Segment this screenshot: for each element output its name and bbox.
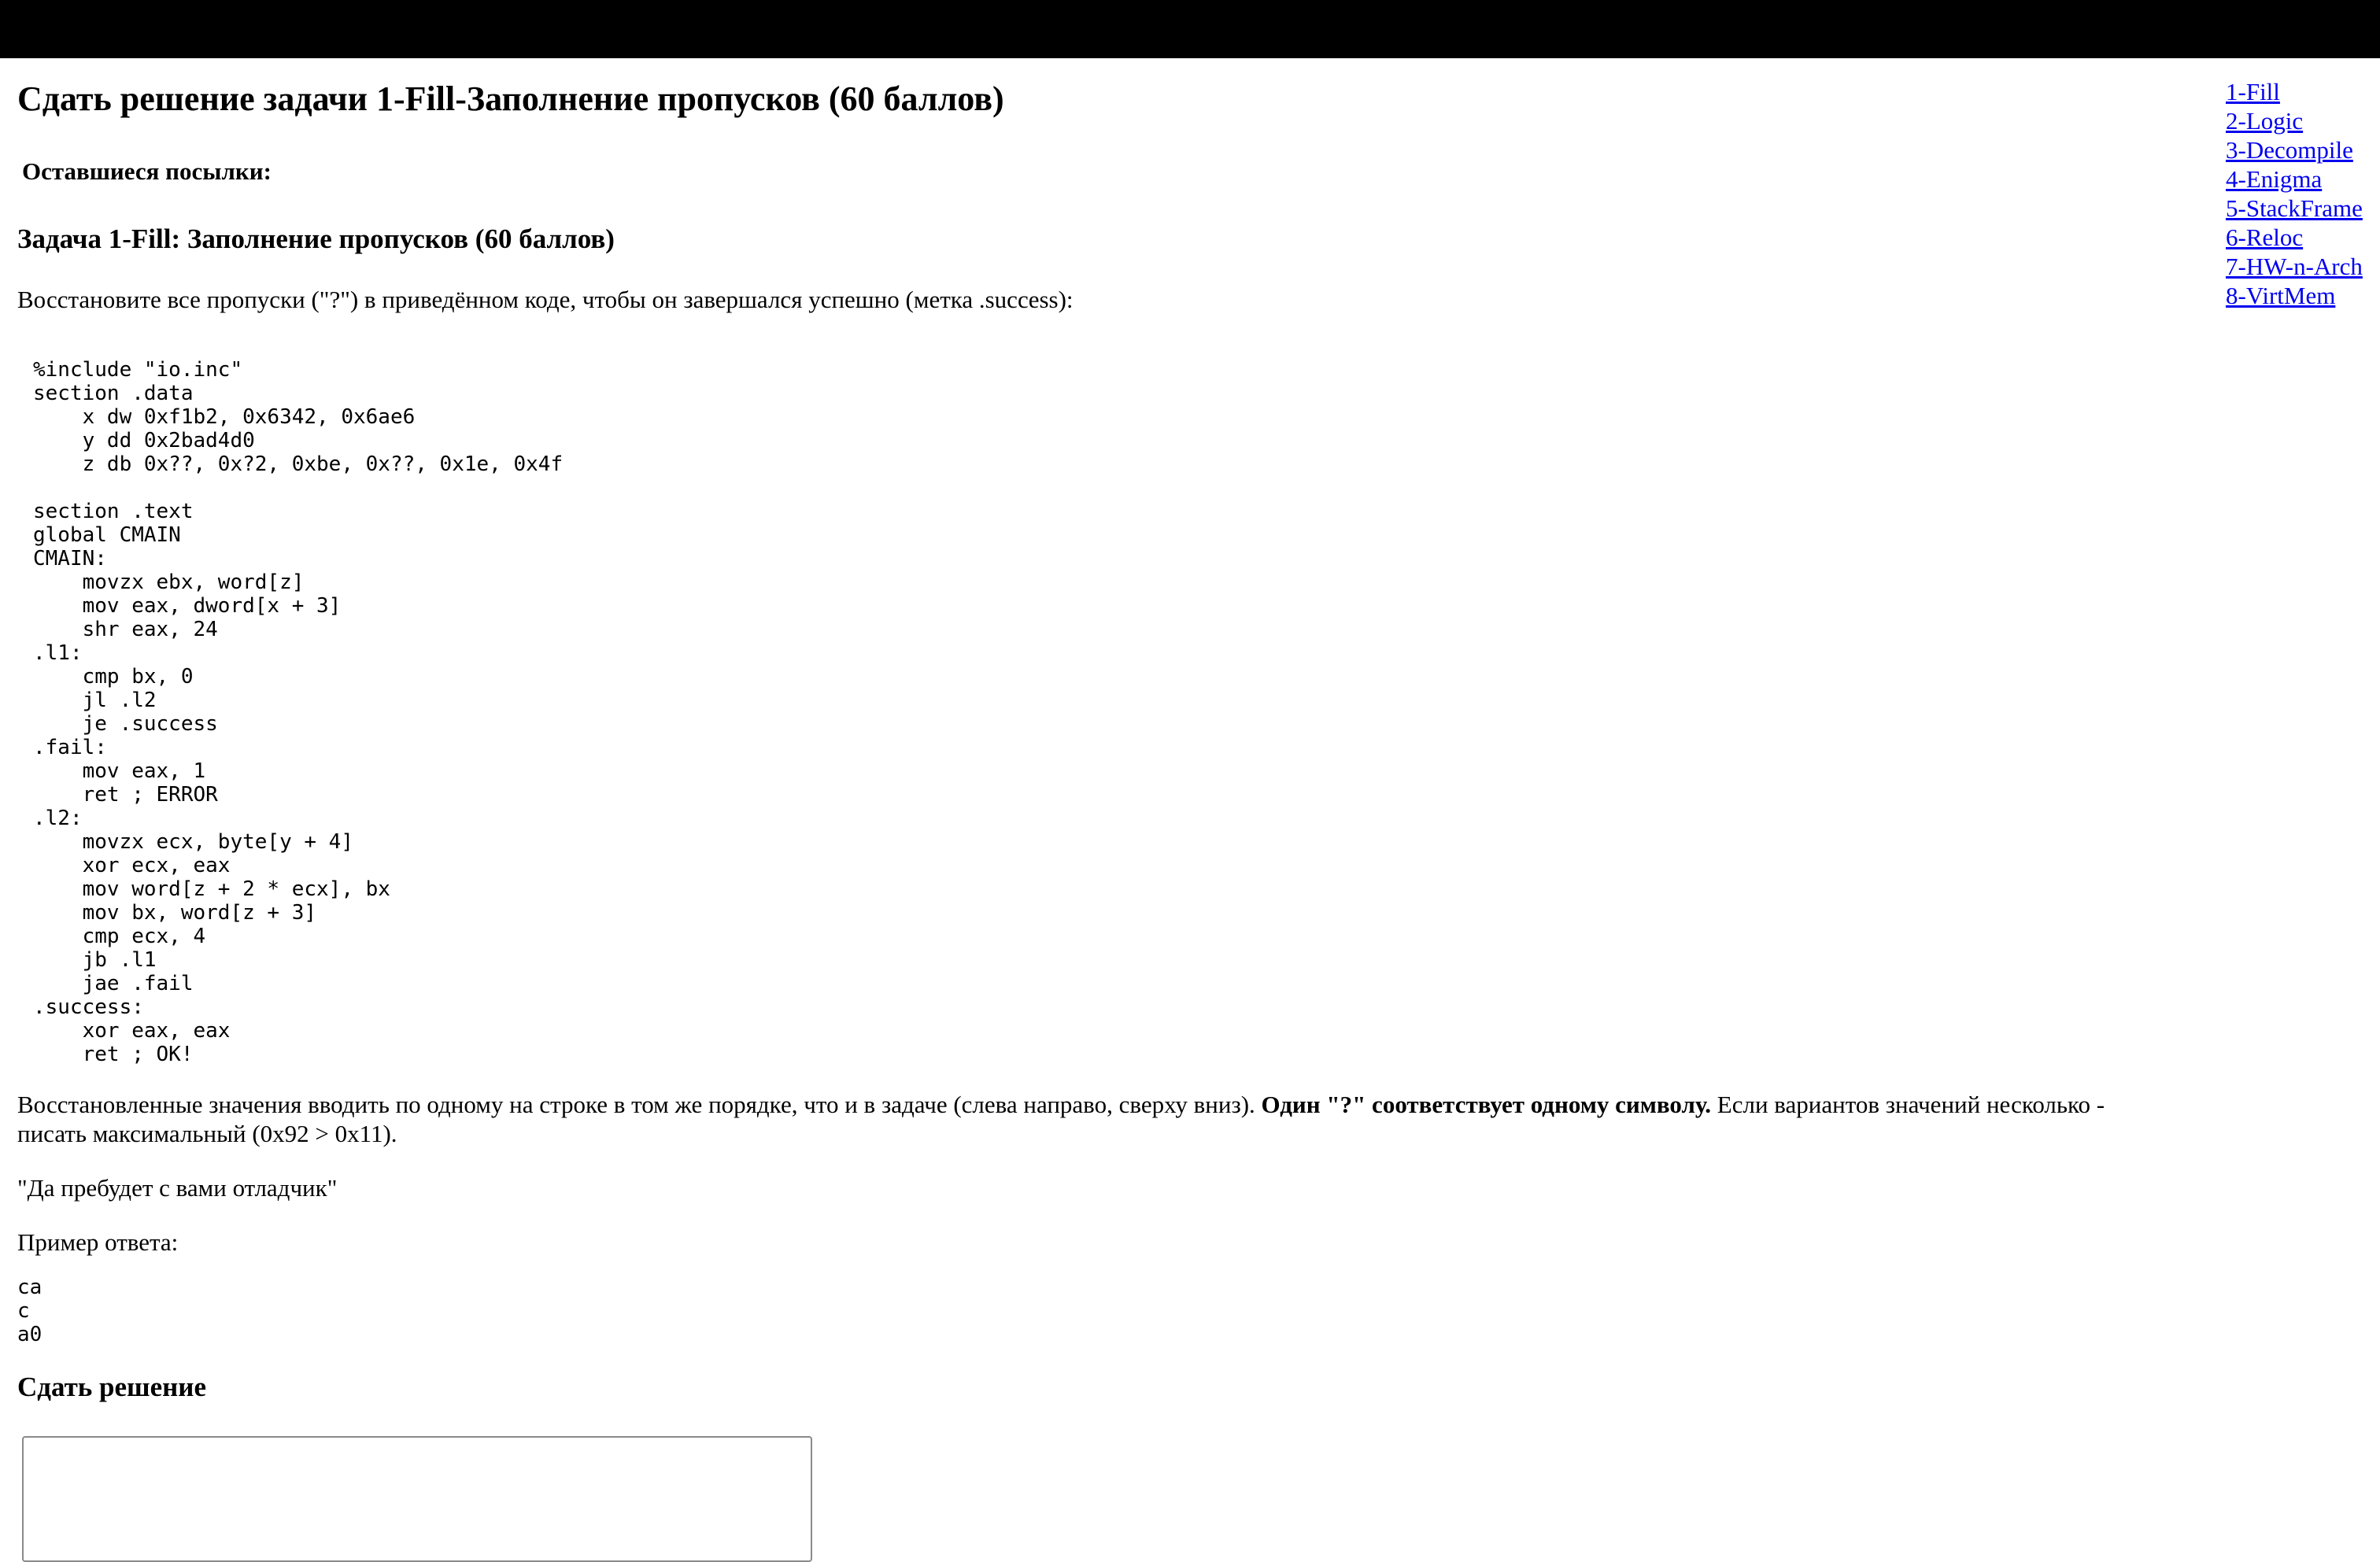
nav-link-6-reloc[interactable]: 6-Reloc — [2226, 223, 2375, 252]
nav-link-4-enigma[interactable]: 4-Enigma — [2226, 164, 2375, 194]
answer-textarea[interactable] — [22, 1436, 812, 1562]
instructions-bold-note: Один "?" соответствует одному символу. — [1261, 1091, 1712, 1118]
remaining-submissions-label: Оставшиеся посылки: — [22, 157, 272, 185]
code-block: %include "io.inc" section .data x dw 0xf… — [33, 358, 564, 1066]
task-intro: Восстановите все пропуски ("?") в привед… — [17, 286, 1074, 313]
task-navigation: 1-Fill 2-Logic 3-Decompile 4-Enigma 5-St… — [2226, 77, 2375, 310]
nav-link-8-virtmem[interactable]: 8-VirtMem — [2226, 281, 2375, 310]
task-quote: "Да пребудет с вами отладчик" — [17, 1174, 338, 1202]
nav-link-2-logic[interactable]: 2-Logic — [2226, 106, 2375, 135]
task-instructions: Восстановленные значения вводить по одно… — [17, 1090, 2174, 1148]
instructions-text-start: Восстановленные значения вводить по одно… — [17, 1091, 1262, 1118]
top-bar — [0, 0, 2380, 58]
example-answer: ca c a0 — [17, 1276, 42, 1346]
page-title: Сдать решение задачи 1-Fill-Заполнение п… — [17, 79, 1004, 118]
task-heading: Задача 1-Fill: Заполнение пропусков (60 … — [17, 223, 615, 254]
example-label: Пример ответа: — [17, 1228, 179, 1256]
nav-link-3-decompile[interactable]: 3-Decompile — [2226, 135, 2375, 164]
main-content: Сдать решение задачи 1-Fill-Заполнение п… — [17, 58, 2205, 1562]
submit-heading: Сдать решение — [17, 1372, 206, 1402]
nav-link-7-hw-n-arch[interactable]: 7-HW-n-Arch — [2226, 252, 2375, 281]
nav-link-1-fill[interactable]: 1-Fill — [2226, 77, 2375, 106]
nav-link-5-stackframe[interactable]: 5-StackFrame — [2226, 194, 2375, 223]
